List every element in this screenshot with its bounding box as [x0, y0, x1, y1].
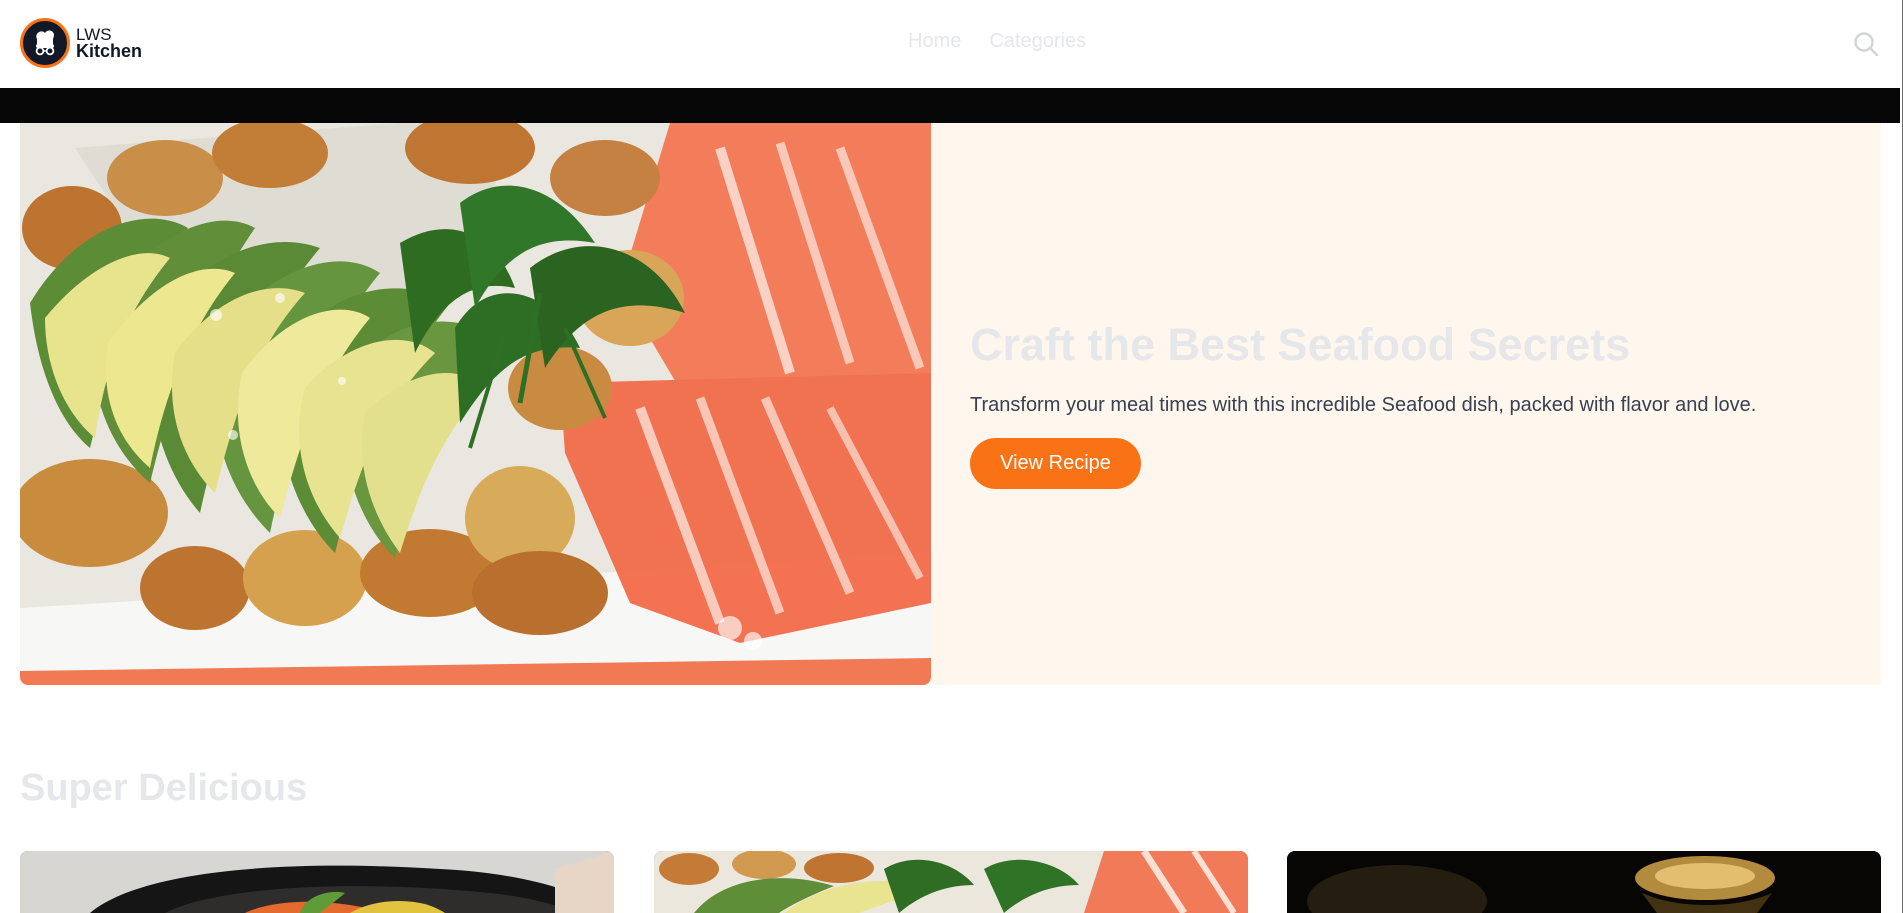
hero-description: Transform your meal times with this incr… — [970, 394, 1757, 416]
logo-text: LWS Kitchen — [76, 26, 142, 60]
top-dark-band — [0, 88, 1900, 123]
seafood-platter-image — [654, 851, 1248, 913]
seafood-platter-image — [20, 123, 931, 685]
view-recipe-button[interactable]: View Recipe — [970, 438, 1141, 489]
nav-categories-link[interactable]: Categories — [989, 30, 1086, 53]
recipe-card[interactable] — [654, 851, 1248, 913]
super-delicious-title: Super Delicious — [20, 767, 308, 809]
nav-home-link[interactable]: Home — [908, 30, 961, 53]
chef-logo-icon — [20, 18, 70, 68]
hero-title: Craft the Best Seafood Secrets — [970, 319, 1631, 370]
featured-recipe-hero: Craft the Best Seafood Secrets Transform… — [20, 123, 1881, 685]
golden-dish-image — [1287, 851, 1881, 913]
recipe-card[interactable] — [20, 851, 614, 913]
vegetable-dish-image — [20, 851, 614, 913]
page: LWS Kitchen Home Categories Craft the Be… — [0, 0, 1903, 913]
recipe-card[interactable] — [1287, 851, 1881, 913]
search-icon[interactable] — [1852, 30, 1880, 58]
site-header: LWS Kitchen Home Categories — [0, 0, 1903, 88]
main-navigation: Home Categories — [908, 30, 1086, 53]
logo-bottom-text: Kitchen — [76, 41, 143, 61]
site-logo[interactable]: LWS Kitchen — [20, 18, 142, 68]
